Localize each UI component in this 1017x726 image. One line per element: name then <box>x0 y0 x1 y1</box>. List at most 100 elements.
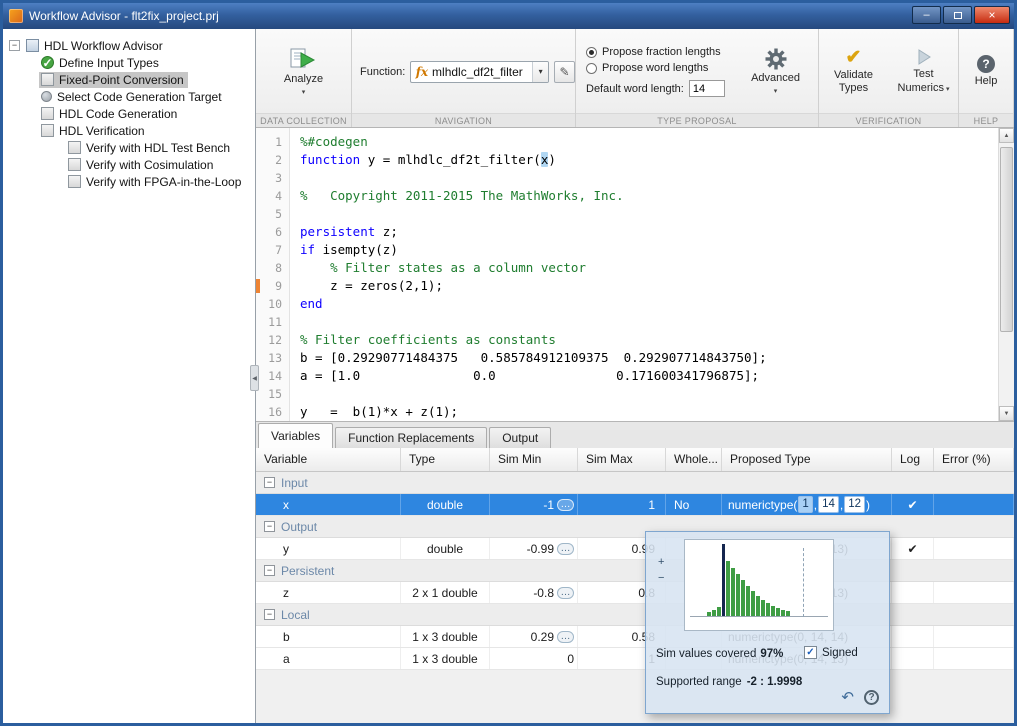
collapse-group-icon[interactable]: − <box>264 565 275 576</box>
log-check-icon: ✔ <box>907 542 917 556</box>
analyze-dropdown-icon[interactable]: ▾ <box>302 88 306 96</box>
code-line-13[interactable]: b = [0.29290771484375 0.585784912109375 … <box>300 349 998 367</box>
code-line-5[interactable] <box>300 205 998 223</box>
maximize-button[interactable] <box>943 6 972 24</box>
window-controls: – × <box>912 6 1010 24</box>
validate-types-button[interactable]: ✔ Validate Types <box>819 46 889 97</box>
column-header-sim-max[interactable]: Sim Max <box>578 448 666 471</box>
tree-root-hdl-workflow-advisor[interactable]: − HDL Workflow Advisor <box>3 37 255 54</box>
code-line-3[interactable] <box>300 169 998 187</box>
collapse-group-icon[interactable]: − <box>264 609 275 620</box>
code-line-16[interactable]: y = b(1)*x + z(1); <box>300 403 998 421</box>
close-button[interactable]: × <box>974 6 1010 24</box>
scroll-down-button[interactable]: ▼ <box>999 406 1014 421</box>
tree-item-define-input-types[interactable]: ✓Define Input Types <box>3 54 255 71</box>
tree-item-fixed-point-conversion[interactable]: Fixed-Point Conversion <box>3 71 255 88</box>
code-line-4[interactable]: % Copyright 2011-2015 The MathWorks, Inc… <box>300 187 998 205</box>
help-button[interactable]: ? Help <box>969 53 1004 90</box>
tree-item-hdl-verification[interactable]: HDL Verification <box>3 122 255 139</box>
log-cell[interactable] <box>892 582 934 603</box>
scrollbar-thumb[interactable] <box>1000 147 1013 332</box>
advanced-button[interactable]: Advanced ▾ <box>745 46 806 97</box>
group-row-local[interactable]: −Local <box>256 604 1014 626</box>
code-line-11[interactable] <box>300 313 998 331</box>
default-word-length-input[interactable] <box>689 80 725 97</box>
tree-item-label: Verify with FPGA-in-the-Loop <box>86 175 241 189</box>
code-line-1[interactable]: %#codegen <box>300 133 998 151</box>
numerictype-field-2[interactable]: 12 <box>844 496 865 513</box>
variable-row-x[interactable]: xdouble-1…1Nonumerictype(1, 14, 12)✔ <box>256 494 1014 516</box>
sim-min-cell: 0 <box>490 648 578 669</box>
code-line-6[interactable]: persistent z; <box>300 223 998 241</box>
code-line-9[interactable]: z = zeros(2,1); <box>300 277 998 295</box>
code-editor[interactable]: 12345678910111213141516 %#codegenfunctio… <box>256 128 1014 422</box>
tree-item-label: HDL Code Generation <box>59 107 177 121</box>
variable-row-a[interactable]: a1 x 3 double01numerictype(0, 14, 13) <box>256 648 1014 670</box>
revert-icon[interactable]: ↶ <box>841 690 854 705</box>
tree-item-select-code-generation-target[interactable]: Select Code Generation Target <box>3 88 255 105</box>
column-header-proposed-type[interactable]: Proposed Type <box>722 448 892 471</box>
column-header-log[interactable]: Log <box>892 448 934 471</box>
scroll-up-button[interactable]: ▲ <box>999 128 1014 143</box>
numerictype-field-1[interactable]: 14 <box>818 496 839 513</box>
group-row-persistent[interactable]: −Persistent <box>256 560 1014 582</box>
column-header-sim-min[interactable]: Sim Min <box>490 448 578 471</box>
variable-row-z[interactable]: z2 x 1 double-0.8…0.8numerictype(1, 14, … <box>256 582 1014 604</box>
tree-root-label: HDL Workflow Advisor <box>44 39 163 53</box>
sim-min-edit-button[interactable]: … <box>557 499 574 511</box>
log-cell[interactable]: ✔ <box>892 494 934 515</box>
tab-function-replacements[interactable]: Function Replacements <box>335 427 487 448</box>
signed-label: Signed <box>822 647 858 659</box>
column-header-whole[interactable]: Whole... <box>666 448 722 471</box>
tree-collapse-icon[interactable]: − <box>9 40 20 51</box>
editor-scrollbar[interactable]: ▲ ▼ <box>998 128 1014 421</box>
code-line-8[interactable]: % Filter states as a column vector <box>300 259 998 277</box>
variable-row-y[interactable]: ydouble-0.99…0.99numerictype(1, 14, 13)✔ <box>256 538 1014 560</box>
analyze-button[interactable]: Analyze ▾ <box>278 45 329 98</box>
tree-item-verify-with-fpga-in-the-loop[interactable]: Verify with FPGA-in-the-Loop <box>3 173 255 190</box>
numerictype-field-0[interactable]: 1 <box>798 496 812 513</box>
propose-word-lengths-radio[interactable]: Propose word lengths <box>586 62 725 74</box>
group-row-output[interactable]: −Output <box>256 516 1014 538</box>
code-line-12[interactable]: % Filter coefficients as constants <box>300 331 998 349</box>
edit-function-button[interactable]: ✎ <box>554 61 575 83</box>
code-line-15[interactable] <box>300 385 998 403</box>
popup-help-icon[interactable]: ? <box>864 690 879 705</box>
code-line-14[interactable]: a = [1.0 0.0 0.171600341796875]; <box>300 367 998 385</box>
function-dropdown[interactable]: fx mlhdlc_df2t_filter ▾ <box>410 61 549 83</box>
code-line-10[interactable]: end <box>300 295 998 313</box>
collapse-group-icon[interactable]: − <box>264 477 275 488</box>
log-cell[interactable] <box>892 626 934 647</box>
tree-item-verify-with-hdl-test-bench[interactable]: Verify with HDL Test Bench <box>3 139 255 156</box>
propose-fraction-lengths-radio[interactable]: Propose fraction lengths <box>586 46 725 58</box>
tree-item-hdl-code-generation[interactable]: HDL Code Generation <box>3 105 255 122</box>
sim-min-edit-button[interactable]: … <box>557 587 574 599</box>
column-header-type[interactable]: Type <box>401 448 490 471</box>
signed-checkbox-row[interactable]: ✓ Signed <box>804 646 858 659</box>
histogram-bar <box>746 586 750 616</box>
advanced-dropdown-icon[interactable]: ▾ <box>774 87 778 95</box>
tab-output[interactable]: Output <box>489 427 551 448</box>
variable-row-b[interactable]: b1 x 3 double0.29…0.58numerictype(0, 14,… <box>256 626 1014 648</box>
sim-min-edit-button[interactable]: … <box>557 631 574 643</box>
code-line-7[interactable]: if isempty(z) <box>300 241 998 259</box>
title-bar[interactable]: Workflow Advisor - flt2fix_project.prj –… <box>3 3 1014 29</box>
sim-min-edit-button[interactable]: … <box>557 543 574 555</box>
tab-variables[interactable]: Variables <box>258 423 333 448</box>
histogram-plot[interactable] <box>684 539 834 631</box>
signed-checkbox[interactable]: ✓ <box>804 646 817 659</box>
log-cell[interactable] <box>892 648 934 669</box>
tree-item-verify-with-cosimulation[interactable]: Verify with Cosimulation <box>3 156 255 173</box>
collapse-panel-button[interactable]: ◀ <box>250 365 259 391</box>
minimize-button[interactable]: – <box>912 6 941 24</box>
test-numerics-button[interactable]: Test Numerics▾ <box>889 46 959 96</box>
log-cell[interactable]: ✔ <box>892 538 934 559</box>
column-header-error[interactable]: Error (%) <box>934 448 1014 471</box>
combo-arrow-icon[interactable]: ▾ <box>532 62 548 82</box>
code-area[interactable]: %#codegenfunction y = mlhdlc_df2t_filter… <box>290 128 998 421</box>
group-row-input[interactable]: −Input <box>256 472 1014 494</box>
test-numerics-dropdown-icon[interactable]: ▾ <box>946 86 950 93</box>
code-line-2[interactable]: function y = mlhdlc_df2t_filter(x) <box>300 151 998 169</box>
column-header-variable[interactable]: Variable <box>256 448 401 471</box>
collapse-group-icon[interactable]: − <box>264 521 275 532</box>
